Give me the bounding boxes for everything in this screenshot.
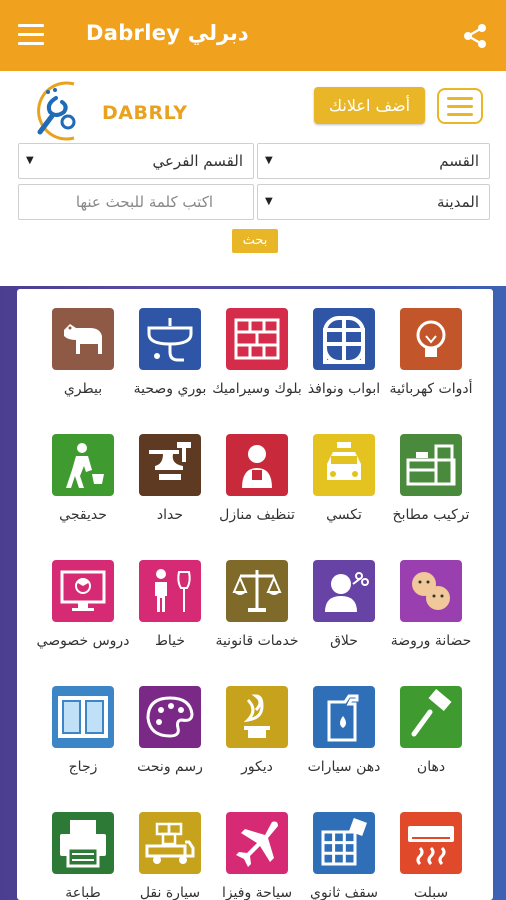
ceiling-icon	[313, 812, 375, 874]
category-label: خياط	[154, 633, 186, 649]
categories-card: أدوات كهربائية ابواب ونوافذ بلوك وسيرامي…	[17, 289, 493, 900]
category-tile[interactable]: زجاج	[43, 686, 123, 806]
category-label: طباعة	[65, 885, 101, 900]
category-tile[interactable]: دهان	[391, 686, 471, 806]
category-label: حديقجي	[59, 507, 107, 523]
category-label: سياحة وفيزا	[221, 885, 293, 900]
category-label: سقف ثانوي	[309, 885, 378, 900]
children-icon	[400, 560, 462, 622]
airplane-icon	[226, 812, 288, 874]
category-label: سيارة نقل	[139, 885, 201, 900]
category-tile[interactable]: حداد	[130, 434, 210, 554]
category-label: بوري وصحية	[133, 381, 207, 397]
anvil-icon	[139, 434, 201, 496]
palette-icon	[139, 686, 201, 748]
category-tile[interactable]: ديكور	[217, 686, 297, 806]
category-label: تكسي	[326, 507, 362, 523]
category-tile[interactable]: بيطري	[43, 308, 123, 428]
decor-icon	[226, 686, 288, 748]
category-tile[interactable]: حضانة وروضة	[391, 560, 471, 680]
category-label: حضانة وروضة	[390, 633, 472, 649]
cleaner-icon	[226, 434, 288, 496]
add-ad-button[interactable]: أضف اعلانك	[314, 87, 425, 124]
logo-text: DABRLY	[102, 102, 188, 124]
category-tile[interactable]: سبلت	[391, 812, 471, 900]
category-label: تركيب مطابخ	[392, 507, 470, 523]
lightbulb-icon	[400, 308, 462, 370]
taxi-icon	[313, 434, 375, 496]
category-tile[interactable]: بلوك وسيراميك	[212, 308, 302, 428]
category-label: حلاق	[330, 633, 358, 649]
category-label: دروس خصوصي	[36, 633, 130, 649]
category-tile[interactable]: سقف ثانوي	[304, 812, 384, 900]
brand-logo: DABRLY	[22, 80, 192, 142]
category-tile[interactable]: دروس خصوصي	[37, 560, 129, 680]
category-tile[interactable]: خدمات قانونية	[215, 560, 299, 680]
air-conditioner-icon	[400, 812, 462, 874]
category-label: دهن سيارات	[307, 759, 381, 775]
category-label: زجاج	[68, 759, 98, 775]
truck-icon	[139, 812, 201, 874]
dropdown-arrow-icon: ▼	[26, 155, 34, 166]
brick-wall-icon	[226, 308, 288, 370]
category-label: حداد	[156, 507, 184, 523]
category-tile[interactable]: تنظيف منازل	[217, 434, 297, 554]
category-tile[interactable]: بوري وصحية	[130, 308, 210, 428]
search-button[interactable]: بحث	[232, 229, 278, 253]
paint-can-icon	[313, 686, 375, 748]
category-label: رسم ونحت	[137, 759, 203, 775]
filter-menu-button[interactable]	[437, 88, 483, 124]
category-tile[interactable]: خياط	[130, 560, 210, 680]
category-label: أدوات كهربائية	[389, 381, 473, 397]
gardener-icon	[52, 434, 114, 496]
category-tile[interactable]: طباعة	[43, 812, 123, 900]
kitchen-icon	[400, 434, 462, 496]
online-lesson-icon	[52, 560, 114, 622]
category-label: تنظيف منازل	[219, 507, 295, 523]
section-select[interactable]: ▼ القسم	[257, 143, 490, 179]
nav-menu-icon[interactable]	[18, 24, 44, 46]
category-label: دهان	[416, 759, 446, 775]
category-tile[interactable]: دهن سيارات	[304, 686, 384, 806]
app-title: Dabrley دبرلي	[86, 21, 249, 45]
app-bar: Dabrley دبرلي	[0, 0, 506, 71]
category-tile[interactable]: سيارة نقل	[130, 812, 210, 900]
scales-icon	[226, 560, 288, 622]
dabrly-logo-icon	[37, 81, 76, 141]
category-tile[interactable]: أدوات كهربائية	[389, 308, 473, 428]
category-label: خدمات قانونية	[215, 633, 299, 649]
search-input[interactable]: اكتب كلمة للبحث عنها	[18, 184, 254, 220]
category-tile[interactable]: حلاق	[304, 560, 384, 680]
dropdown-arrow-icon: ▼	[265, 155, 273, 166]
dropdown-arrow-icon: ▼	[265, 196, 273, 207]
category-tile[interactable]: ابواب ونوافذ	[304, 308, 384, 428]
category-tile[interactable]: رسم ونحت	[130, 686, 210, 806]
glass-window-icon	[52, 686, 114, 748]
city-select[interactable]: ▼ المدينة	[257, 184, 490, 220]
paint-roller-icon	[400, 686, 462, 748]
subsection-select[interactable]: ▼ القسم الفرعي	[18, 143, 254, 179]
category-label: ديكور	[241, 759, 273, 775]
category-tile[interactable]: تكسي	[304, 434, 384, 554]
category-label: بيطري	[63, 381, 103, 397]
printer-icon	[52, 812, 114, 874]
category-label: بلوك وسيراميك	[212, 381, 302, 397]
share-icon[interactable]	[462, 23, 488, 49]
window-icon	[313, 308, 375, 370]
tailor-icon	[139, 560, 201, 622]
category-label: ابواب ونوافذ	[307, 381, 381, 397]
category-tile[interactable]: حديقجي	[43, 434, 123, 554]
category-tile[interactable]: سياحة وفيزا	[217, 812, 297, 900]
dog-icon	[52, 308, 114, 370]
sink-icon	[139, 308, 201, 370]
category-label: سبلت	[413, 885, 449, 900]
barber-icon	[313, 560, 375, 622]
category-tile[interactable]: تركيب مطابخ	[391, 434, 471, 554]
